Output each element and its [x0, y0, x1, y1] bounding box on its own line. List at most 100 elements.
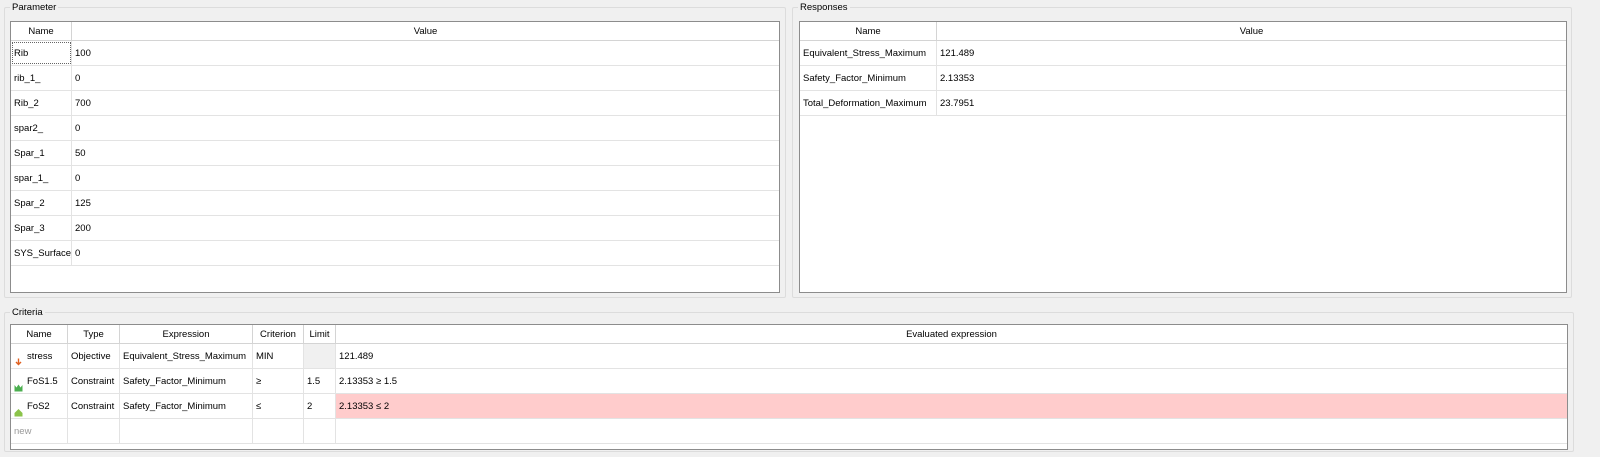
parameter-value-cell[interactable]: 0	[72, 241, 779, 265]
table-row[interactable]: Spar_2 125	[11, 191, 779, 216]
parameter-value-cell[interactable]: 0	[72, 116, 779, 140]
criterion-operator-cell[interactable]: ≥	[253, 369, 304, 393]
criterion-name-cell[interactable]: FoS1.5	[11, 369, 68, 393]
constraint-violated-icon	[14, 402, 23, 416]
parameter-value-cell[interactable]: 50	[72, 141, 779, 165]
new-criterion-row[interactable]: new	[11, 419, 1567, 444]
column-header-value-label: Value	[1239, 26, 1264, 37]
criterion-evaluated-expression-cell: 2.13353 ≤ 2	[336, 394, 1567, 418]
response-value-cell[interactable]: 2.13353	[937, 66, 1566, 90]
criterion-expression-cell[interactable]: Safety_Factor_Minimum	[120, 394, 253, 418]
criterion-limit-cell[interactable]: 1.5	[304, 369, 336, 393]
criterion-type-cell[interactable]: Objective	[68, 344, 120, 368]
table-row[interactable]: Rib 100	[11, 41, 779, 66]
column-header-criterion[interactable]: Criterion	[253, 325, 304, 343]
parameter-value-cell[interactable]: 0	[72, 66, 779, 90]
column-header-type-label: Type	[83, 329, 104, 340]
criteria-table: Name Type Expression Criterion Limit Eva…	[10, 324, 1568, 450]
column-header-limit[interactable]: Limit	[304, 325, 336, 343]
table-row[interactable]: spar_1_ 0	[11, 166, 779, 191]
parameter-name-cell[interactable]: Rib_2	[11, 91, 72, 115]
criterion-name-cell[interactable]: stress	[11, 344, 68, 368]
parameter-name-cell[interactable]: SYS_Surface_	[11, 241, 72, 265]
column-header-value[interactable]: Value	[72, 22, 779, 40]
table-row[interactable]: FoS2 Constraint Safety_Factor_Minimum ≤2 2.1…	[11, 394, 1567, 419]
parameter-value-cell[interactable]: 100	[72, 41, 779, 65]
criterion-operator-cell[interactable]: MIN	[253, 344, 304, 368]
column-header-expression[interactable]: Expression	[120, 325, 253, 343]
criterion-name-label: stress	[27, 350, 53, 362]
sort-ascending-icon: ^	[866, 22, 870, 27]
column-header-evaluated-expression[interactable]: Evaluated expression	[336, 325, 1567, 343]
table-row[interactable]: Equivalent_Stress_Maximum 121.489	[800, 41, 1566, 66]
response-name-cell[interactable]: Total_Deformation_Maximum	[800, 91, 937, 115]
responses-panel-title: Responses	[798, 2, 850, 13]
response-value-cell[interactable]: 23.7951	[937, 91, 1566, 115]
new-criterion-name-cell[interactable]: new	[11, 419, 68, 443]
column-header-criterion-label: Criterion	[260, 329, 296, 340]
parameter-table-header: ^ Name Value	[11, 22, 779, 41]
responses-table-header: ^ Name Value	[800, 22, 1566, 41]
column-header-name[interactable]: ^ Name	[11, 22, 72, 40]
criterion-operator-cell[interactable]: ≤	[253, 394, 304, 418]
parameter-name-cell[interactable]: Spar_1	[11, 141, 72, 165]
table-row[interactable]: Rib_2 700	[11, 91, 779, 116]
criterion-expression-cell[interactable]: Safety_Factor_Minimum	[120, 369, 253, 393]
empty-cell[interactable]	[68, 419, 120, 443]
column-header-expression-label: Expression	[162, 329, 210, 340]
criteria-panel-title: Criteria	[10, 307, 45, 318]
column-header-name-label: Name	[26, 329, 52, 340]
table-row[interactable]: Safety_Factor_Minimum 2.13353	[800, 66, 1566, 91]
table-row[interactable]: spar2_ 0	[11, 116, 779, 141]
table-row[interactable]: SYS_Surface_ 0	[11, 241, 779, 266]
criterion-limit-cell[interactable]: 2	[304, 394, 336, 418]
criterion-name-cell[interactable]: FoS2	[11, 394, 68, 418]
parameter-rows: Rib 100 rib_1_ 0 Rib_2 700 spar2_ 0 Spar_1 50 spar…	[11, 41, 779, 266]
constraint-satisfied-icon	[14, 377, 23, 391]
parameter-name-cell[interactable]: Spar_3	[11, 216, 72, 240]
empty-cell[interactable]	[120, 419, 253, 443]
parameter-value-cell[interactable]: 125	[72, 191, 779, 215]
empty-cell	[336, 419, 1567, 443]
parameter-value-cell[interactable]: 0	[72, 166, 779, 190]
table-row[interactable]: Total_Deformation_Maximum 23.7951	[800, 91, 1566, 116]
criterion-name-label: FoS1.5	[27, 375, 58, 387]
parameter-panel-title: Parameter	[10, 2, 59, 13]
column-header-name-label: Name	[855, 26, 881, 37]
table-row[interactable]: Spar_3 200	[11, 216, 779, 241]
criterion-limit-cell[interactable]	[304, 344, 336, 368]
column-header-value[interactable]: Value	[937, 22, 1566, 40]
parameter-name-cell[interactable]: Rib	[11, 41, 72, 65]
parameter-name-cell[interactable]: rib_1_	[11, 66, 72, 90]
criterion-type-cell[interactable]: Constraint	[68, 369, 120, 393]
criterion-expression-cell[interactable]: Equivalent_Stress_Maximum	[120, 344, 253, 368]
parameter-panel: Parameter ^ Name Value Rib 100 rib_1_ 0 Rib_…	[4, 2, 786, 298]
criterion-name-label: FoS2	[27, 400, 50, 412]
response-name-cell[interactable]: Equivalent_Stress_Maximum	[800, 41, 937, 65]
table-row[interactable]: rib_1_ 0	[11, 66, 779, 91]
criteria-panel: Criteria Name Type Expression Criterion …	[4, 307, 1574, 452]
column-header-name-label: Name	[28, 26, 54, 37]
parameter-name-cell[interactable]: Spar_2	[11, 191, 72, 215]
criterion-evaluated-expression-cell: 121.489	[339, 351, 374, 362]
column-header-name[interactable]: Name	[11, 325, 68, 343]
parameter-value-cell[interactable]: 200	[72, 216, 779, 240]
table-row[interactable]: FoS1.5 Constraint Safety_Factor_Minimum ≥1.…	[11, 369, 1567, 394]
criterion-evaluated-expression-cell: 2.13353 ≥ 1.5	[339, 376, 398, 387]
column-header-name[interactable]: ^ Name	[800, 22, 937, 40]
responses-rows: Equivalent_Stress_Maximum 121.489 Safety_F…	[800, 41, 1566, 116]
empty-cell[interactable]	[253, 419, 304, 443]
criterion-type-cell[interactable]: Constraint	[68, 394, 120, 418]
responses-panel: Responses ^ Name Value Equivalent_Stress…	[792, 2, 1572, 298]
empty-cell[interactable]	[304, 419, 336, 443]
column-header-type[interactable]: Type	[68, 325, 120, 343]
parameter-value-cell[interactable]: 700	[72, 91, 779, 115]
parameter-name-cell[interactable]: spar_1_	[11, 166, 72, 190]
response-name-cell[interactable]: Safety_Factor_Minimum	[800, 66, 937, 90]
parameter-table: ^ Name Value Rib 100 rib_1_ 0 Rib_2 700 spar2_…	[10, 21, 780, 293]
table-row[interactable]: Spar_1 50	[11, 141, 779, 166]
table-row[interactable]: stress Objective Equivalent_Stress_Maximum…	[11, 344, 1567, 369]
sort-ascending-icon: ^	[39, 22, 43, 27]
parameter-name-cell[interactable]: spar2_	[11, 116, 72, 140]
response-value-cell[interactable]: 121.489	[937, 41, 1566, 65]
